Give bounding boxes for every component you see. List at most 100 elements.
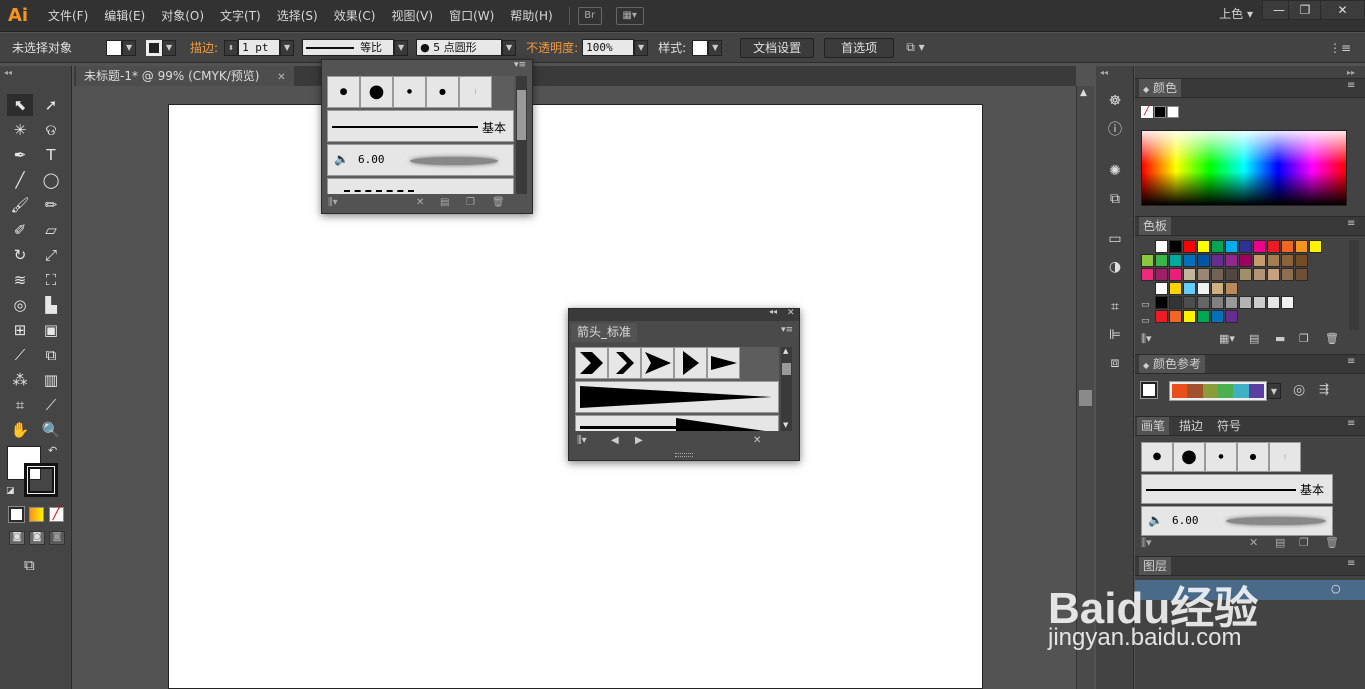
swatch[interactable] [1183, 240, 1196, 253]
brush-libraries-icon[interactable]: ⫼▾ [328, 197, 338, 208]
swatch[interactable] [1281, 240, 1294, 253]
remove-brush-icon[interactable]: ✕ [753, 435, 761, 446]
swatch-folder-icon[interactable]: ▭ [1141, 300, 1150, 310]
menu-object[interactable]: 对象(O) [153, 0, 212, 32]
direct-selection-tool-icon[interactable]: ➚ [38, 94, 64, 116]
swatch[interactable] [1295, 254, 1308, 267]
width-tool-icon[interactable]: ≋ [7, 269, 33, 291]
lasso-tool-icon[interactable]: ଡ [38, 119, 64, 141]
stroke-swatch[interactable] [146, 39, 163, 56]
arrow-brush-taper[interactable] [575, 381, 779, 413]
swatch[interactable] [1253, 254, 1266, 267]
color-none-icon[interactable]: ╱ [1141, 106, 1153, 118]
navigator-panel-icon[interactable]: ☸ [1104, 90, 1126, 112]
swatch[interactable] [1155, 240, 1168, 253]
swatch[interactable] [1225, 240, 1238, 253]
fill-dropdown[interactable]: ▼ [122, 39, 137, 56]
library-menu-icon[interactable]: ⫼▾ [577, 435, 587, 446]
pathfinder-panel-icon[interactable]: ⧈ [1104, 352, 1126, 374]
artboard-tool-icon[interactable]: ⌗ [7, 394, 33, 416]
stroke-weight-stepper[interactable]: ⬍ [224, 39, 239, 56]
swatch[interactable] [1183, 310, 1196, 323]
swatch[interactable] [1183, 282, 1196, 295]
shape-builder-tool-icon[interactable]: ◎ [7, 294, 33, 316]
swatch[interactable] [1197, 282, 1210, 295]
swatch[interactable] [1169, 240, 1182, 253]
swatch[interactable] [1267, 268, 1280, 281]
mesh-tool-icon[interactable]: ⊞ [7, 319, 33, 341]
pattern-brush-row[interactable] [327, 178, 514, 194]
swatch[interactable] [1169, 282, 1182, 295]
swatch[interactable] [1295, 268, 1308, 281]
menu-edit[interactable]: 编辑(E) [96, 0, 153, 32]
free-transform-tool-icon[interactable]: ⛶ [38, 269, 64, 291]
menu-select[interactable]: 选择(S) [269, 0, 326, 32]
profile-dropdown[interactable]: ▼ [394, 39, 409, 56]
brushes-panel-menu-icon[interactable]: ≡ [1347, 418, 1355, 429]
color-guide-base-color[interactable] [1140, 381, 1158, 399]
arrow-panel-collapse-icon[interactable]: ◂◂ [769, 307, 777, 316]
previous-library-icon[interactable]: ◀ [611, 435, 619, 446]
new-brush-icon[interactable]: ❐ [1299, 536, 1309, 549]
swatch[interactable] [1309, 240, 1322, 253]
next-library-icon[interactable]: ▶ [635, 435, 643, 446]
opacity-field[interactable]: 100% [582, 39, 635, 56]
arrow-brush-flat[interactable] [707, 347, 740, 379]
brush-definition[interactable]: ● 5 点圆形 [416, 39, 503, 56]
brush-options-icon[interactable]: ▤ [1275, 536, 1285, 549]
menu-effect[interactable]: 效果(C) [326, 0, 384, 32]
arrow-scroll-down-icon[interactable]: ▼ [783, 421, 788, 429]
arrow-brush-line-wedge[interactable] [575, 415, 779, 431]
brush-preset-thin[interactable]: | [1269, 442, 1301, 472]
swatch[interactable] [1155, 310, 1168, 323]
swatch[interactable] [1197, 254, 1210, 267]
color-white-chip[interactable] [1167, 106, 1179, 118]
swatch[interactable] [1197, 268, 1210, 281]
new-brush-icon[interactable]: ❐ [466, 197, 475, 208]
draw-behind-icon[interactable]: ◙ [29, 531, 45, 545]
stroke-dropdown[interactable]: ▼ [162, 39, 177, 56]
slice-tool-icon[interactable]: ⟋ [38, 394, 64, 416]
brush-dropdown[interactable]: ▼ [502, 39, 517, 56]
maximize-button[interactable]: ❐ [1288, 0, 1322, 20]
brush-preset-tilted[interactable]: ● [426, 76, 459, 108]
swatch[interactable] [1239, 254, 1252, 267]
swatch[interactable] [1155, 282, 1168, 295]
arrow-scroll-thumb[interactable] [782, 363, 791, 375]
bridge-button[interactable]: Br [577, 6, 602, 25]
swatch[interactable] [1239, 296, 1252, 309]
art-brush-row[interactable]: 🔈 6.00 [327, 144, 514, 176]
layers-panel-tab[interactable]: 图层 [1139, 557, 1172, 575]
brush-preset-tilted[interactable]: ● [1237, 442, 1269, 472]
swatch[interactable] [1295, 240, 1308, 253]
swatch-folder-icon[interactable]: ▭ [1141, 316, 1150, 326]
arrow-scroll-up-icon[interactable]: ▲ [783, 347, 788, 355]
color-guide-swatch[interactable] [1187, 384, 1203, 398]
save-color-group-icon[interactable]: ⇶ [1319, 382, 1329, 396]
menu-window[interactable]: 窗口(W) [441, 0, 502, 32]
brush-preset-large-dot[interactable]: ● [360, 76, 393, 108]
brush-preset-small[interactable]: ● [1205, 442, 1237, 472]
swatch[interactable] [1211, 310, 1224, 323]
stroke-tab[interactable]: 描边 [1175, 417, 1207, 435]
transparency-panel-icon[interactable]: ◑ [1104, 256, 1126, 278]
stroke-label[interactable]: 描边: [190, 39, 218, 56]
line-tool-icon[interactable]: ╱ [7, 169, 33, 191]
brushes-tab[interactable]: 画笔 [1137, 417, 1170, 435]
swatch[interactable] [1225, 296, 1238, 309]
swatch[interactable] [1253, 296, 1266, 309]
color-guide-panel-tab[interactable]: ◆ 颜色参考 [1139, 355, 1205, 373]
swatch[interactable] [1211, 268, 1224, 281]
arrow-panel-titlebar[interactable]: ◂◂ ✕ [569, 307, 799, 321]
layers-panel-menu-icon[interactable]: ≡ [1347, 558, 1355, 569]
edit-colors-icon[interactable]: ◎ [1293, 382, 1305, 398]
swatch[interactable] [1169, 254, 1182, 267]
swatch[interactable] [1197, 296, 1210, 309]
artboards-panel-icon[interactable]: ⌗ [1104, 296, 1126, 318]
brush-options-icon[interactable]: ▤ [440, 197, 449, 208]
swatch-options-icon[interactable]: ▤ [1249, 332, 1259, 345]
opacity-dropdown[interactable]: ▼ [634, 39, 649, 56]
layer-row[interactable]: ○ [1135, 580, 1365, 600]
brush-popup-scroll-thumb[interactable] [517, 90, 526, 140]
perspective-grid-tool-icon[interactable]: ▙ [38, 294, 64, 316]
